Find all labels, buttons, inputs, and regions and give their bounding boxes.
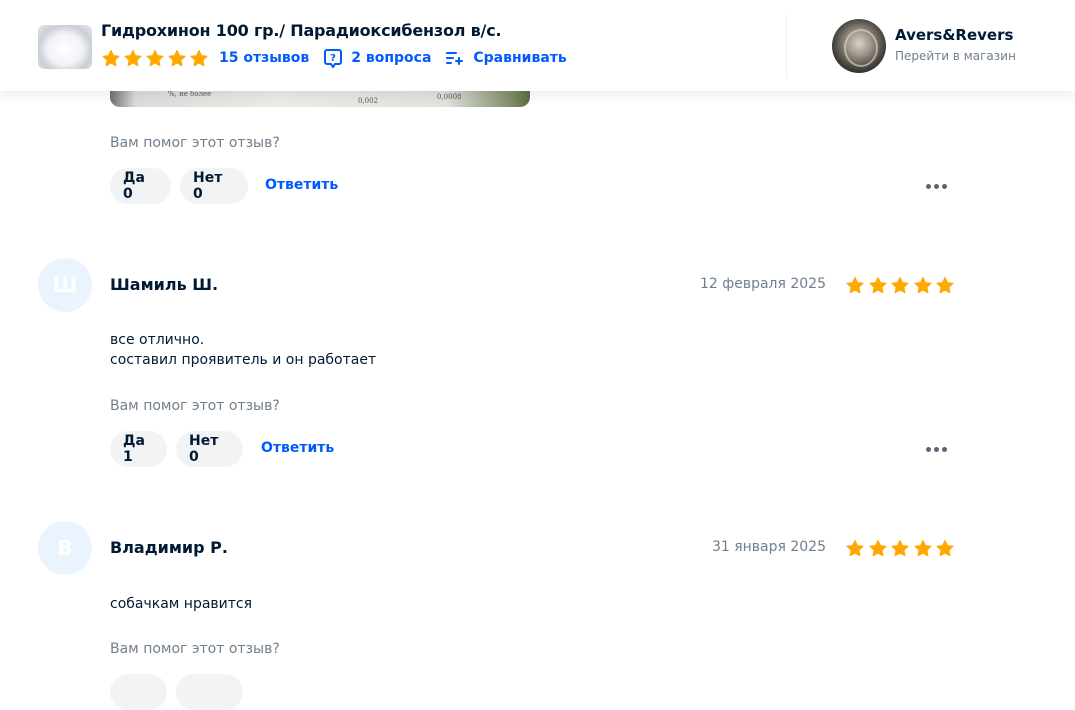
star-icon: [913, 276, 932, 294]
product-title[interactable]: Гидрохинон 100 гр./ Парадиоксибензол в/с…: [101, 21, 502, 40]
reply-link[interactable]: Ответить: [265, 177, 338, 193]
questions-link[interactable]: 2 вопроса: [351, 50, 431, 66]
avatar: В: [38, 521, 92, 575]
review-text: собачкам нравится: [110, 596, 253, 612]
star-icon: [936, 539, 954, 557]
helpful-no-button[interactable]: Нет 0: [180, 168, 248, 204]
review-date: 31 января 2025: [711, 539, 826, 555]
compare-icon: [446, 52, 464, 65]
shop-logo[interactable]: [832, 19, 886, 73]
reviews-link[interactable]: 15 отзывов: [219, 50, 309, 66]
review-date: 12 февраля 2025: [699, 276, 826, 292]
helpful-yes-button[interactable]: [110, 674, 167, 710]
star-icon: [913, 539, 932, 557]
helpful-yes-button[interactable]: Да 1: [110, 431, 167, 467]
compare-link[interactable]: Сравнивать: [473, 50, 566, 66]
shop-name[interactable]: Avers&Revers: [895, 26, 1013, 44]
star-icon: [102, 49, 120, 66]
question-icon: ?: [324, 49, 343, 68]
product-meta-row: 15 отзывов ? 2 вопроса Сравнивать: [101, 47, 567, 69]
helpful-yes-button[interactable]: Да 0: [110, 168, 171, 204]
star-icon: [891, 539, 909, 557]
review-author: Шамиль Ш.: [110, 275, 219, 294]
svg-text:?: ?: [330, 53, 336, 64]
star-icon: [936, 276, 954, 294]
helpful-prompt: Вам помог этот отзыв?: [110, 641, 280, 657]
avatar: Ш: [38, 258, 92, 312]
star-icon: [146, 49, 164, 66]
more-options-icon[interactable]: [926, 182, 950, 190]
star-icon: [868, 276, 887, 294]
helpful-no-button[interactable]: Нет 0: [176, 431, 243, 467]
star-icon: [190, 49, 208, 66]
helpful-prompt: Вам помог этот отзыв?: [110, 398, 280, 414]
photo-text: 0,0008: [437, 93, 462, 101]
photo-text: 0,002: [358, 97, 379, 105]
review-rating-stars: [845, 276, 955, 295]
product-thumbnail[interactable]: [38, 25, 92, 69]
product-rating-stars[interactable]: [101, 49, 209, 68]
star-icon: [124, 49, 142, 66]
photo-text: %, не более: [168, 90, 212, 98]
star-icon: [846, 539, 864, 557]
review-author: Владимир Р.: [110, 538, 228, 557]
helpful-prompt: Вам помог этот отзыв?: [110, 135, 280, 151]
star-icon: [891, 276, 909, 294]
helpful-no-button[interactable]: [176, 674, 243, 710]
more-options-icon[interactable]: [926, 445, 950, 453]
reply-link[interactable]: Ответить: [261, 440, 334, 456]
star-icon: [846, 276, 864, 294]
star-icon: [868, 539, 887, 557]
review-rating-stars: [845, 539, 955, 558]
review-text: все отлично. составил проявитель и он ра…: [110, 332, 377, 368]
star-icon: [168, 49, 186, 66]
go-to-shop-link[interactable]: Перейти в магазин: [895, 49, 1016, 63]
header-divider: [786, 15, 787, 79]
product-sticky-header: Гидрохинон 100 гр./ Парадиоксибензол в/с…: [0, 0, 1075, 91]
